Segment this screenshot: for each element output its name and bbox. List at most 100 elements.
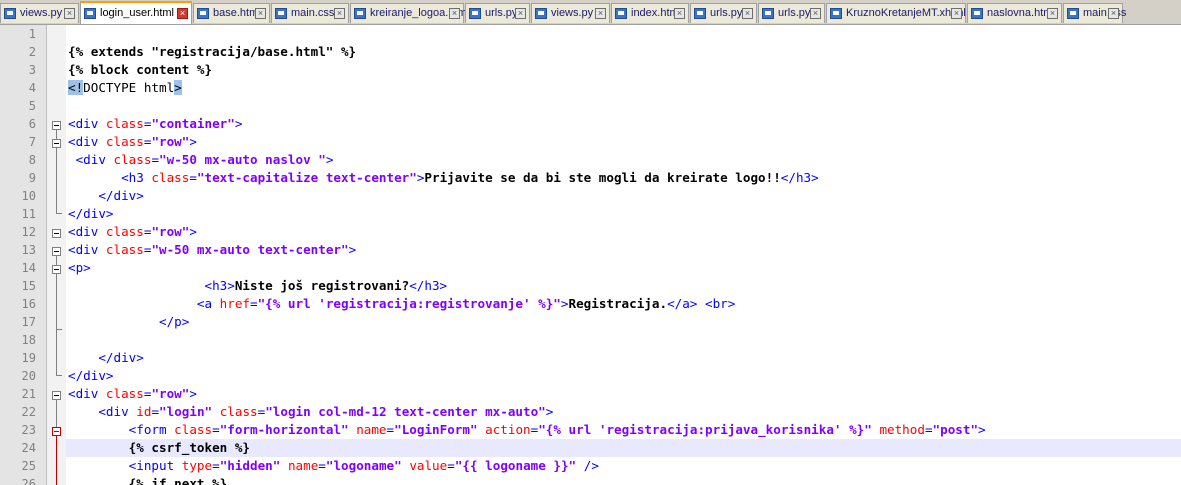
close-tab-icon[interactable]: ×: [1047, 8, 1058, 19]
fold-collapse-icon[interactable]: [52, 139, 61, 148]
code-text: {% block content %}: [68, 61, 212, 79]
fold-end-marker: [56, 329, 62, 330]
close-tab-icon[interactable]: ×: [595, 8, 606, 19]
tab-11[interactable]: KruznoKretanjeMT.xhtml ×: [826, 3, 966, 23]
code-token: <h3: [121, 170, 152, 185]
tab-1[interactable]: views.py ×: [0, 3, 79, 23]
code-line[interactable]: 6 <div class="container">: [0, 115, 1181, 133]
code-text: </div>: [68, 187, 144, 205]
code-token: >: [234, 116, 243, 131]
fold-collapse-icon[interactable]: [52, 427, 61, 436]
code-line[interactable]: 12 <div class="row">: [0, 223, 1181, 241]
line-number: 18: [21, 333, 36, 347]
code-token: =: [189, 170, 197, 185]
code-token: "w-50 mx-auto naslov ": [159, 152, 326, 167]
close-tab-icon[interactable]: ×: [810, 8, 821, 19]
code-line[interactable]: 7 <div class="row">: [0, 133, 1181, 151]
code-text: <h3 class="text-capitalize text-center">…: [68, 169, 819, 187]
code-line[interactable]: 15 <h3>Niste još registrovani?</h3>: [0, 277, 1181, 295]
file-icon: [615, 8, 627, 19]
code-line[interactable]: 4 <!DOCTYPE html>: [0, 79, 1181, 97]
code-token: =: [386, 422, 395, 437]
file-icon: [275, 8, 287, 19]
code-token: </h3>: [409, 278, 448, 293]
tab-8[interactable]: index.html ×: [611, 3, 689, 23]
tab-2[interactable]: login_user.html ×: [80, 1, 192, 24]
close-tab-icon[interactable]: ×: [64, 8, 75, 19]
fold-collapse-icon[interactable]: [52, 247, 61, 256]
close-tab-icon[interactable]: ×: [1108, 8, 1119, 19]
code-line[interactable]: 23 <form class="form-horizontal" name="L…: [0, 421, 1181, 439]
code-line[interactable]: 26 {% if next %}: [0, 475, 1181, 485]
close-tab-icon[interactable]: ×: [177, 8, 188, 19]
code-text: <p>: [68, 259, 91, 277]
code-token: <div: [68, 116, 106, 131]
code-line[interactable]: 1: [0, 25, 1181, 43]
tab-6[interactable]: urls.py ×: [465, 3, 530, 23]
tab-5[interactable]: kreiranje_logoa.html ×: [350, 3, 469, 23]
code-token: "form-horizontal": [219, 422, 349, 437]
code-token: "{% url 'registracija:prijava_korisnika'…: [538, 422, 872, 437]
code-line[interactable]: 16 <a href="{% url 'registracija:registr…: [0, 295, 1181, 313]
tab-4[interactable]: main.css ×: [271, 3, 349, 23]
code-line[interactable]: 2 {% extends "registracija/base.html" %}: [0, 43, 1181, 61]
code-token: =: [151, 404, 160, 419]
code-token: "login": [159, 404, 213, 419]
code-token: =: [250, 296, 258, 311]
code-line[interactable]: 17 </p>: [0, 313, 1181, 331]
code-token: {% extends "registracija/base.html" %}: [68, 44, 357, 59]
tab-3[interactable]: base.html ×: [193, 3, 270, 23]
line-number: 22: [21, 405, 36, 419]
tab-12[interactable]: naslovna.html ×: [967, 3, 1062, 23]
code-text: <div class="container">: [68, 115, 242, 133]
file-icon: [469, 8, 481, 19]
close-tab-icon[interactable]: ×: [334, 8, 345, 19]
tab-10[interactable]: urls.py ×: [758, 3, 825, 23]
code-line[interactable]: 11 </div>: [0, 205, 1181, 223]
close-tab-icon[interactable]: ×: [515, 8, 526, 19]
code-line[interactable]: 14 <p>: [0, 259, 1181, 277]
close-tab-icon[interactable]: ×: [742, 8, 753, 19]
close-tab-icon[interactable]: ×: [674, 8, 685, 19]
code-editor[interactable]: 1 2 {% extends "registracija/base.html" %}…: [0, 25, 1181, 485]
code-text: </div>: [68, 349, 144, 367]
code-line[interactable]: 18: [0, 331, 1181, 349]
code-token: =: [212, 422, 220, 437]
tab-7[interactable]: views.py ×: [531, 3, 610, 23]
code-text: {% csrf_token %}: [68, 439, 250, 457]
code-token: <div: [75, 152, 114, 167]
code-line[interactable]: 19 </div>: [0, 349, 1181, 367]
code-line[interactable]: 8 <div class="w-50 mx-auto naslov ">: [0, 151, 1181, 169]
tab-13[interactable]: main.css ×: [1063, 3, 1127, 23]
code-line[interactable]: 22 <div id="login" class="login col-md-1…: [0, 403, 1181, 421]
code-token: Niste još registrovani?: [234, 278, 410, 293]
code-line[interactable]: 25 <input type="hidden" name="logoname" …: [0, 457, 1181, 475]
fold-collapse-icon[interactable]: [52, 265, 61, 274]
code-line[interactable]: 10 </div>: [0, 187, 1181, 205]
fold-line: [56, 274, 57, 329]
file-icon: [197, 8, 209, 19]
code-line[interactable]: 24 {% csrf_token %}: [0, 439, 1181, 457]
code-line[interactable]: 3 {% block content %}: [0, 61, 1181, 79]
code-line[interactable]: 20 </div>: [0, 367, 1181, 385]
code-line[interactable]: 13 <div class="w-50 mx-auto text-center">: [0, 241, 1181, 259]
tab-label: main.css: [1083, 7, 1127, 19]
fold-collapse-icon[interactable]: [52, 229, 61, 238]
tab-bar: views.py × login_user.html × base.html × main.…: [0, 0, 1181, 25]
code-text: <div class="row">: [68, 223, 197, 241]
fold-collapse-icon[interactable]: [52, 121, 61, 130]
close-tab-icon[interactable]: ×: [449, 8, 460, 19]
close-tab-icon[interactable]: ×: [951, 8, 962, 19]
code-token: <div: [68, 134, 106, 149]
tab-9[interactable]: urls.py ×: [690, 3, 757, 23]
fold-collapse-icon[interactable]: [52, 391, 61, 400]
code-line[interactable]: 9 <h3 class="text-capitalize text-center…: [0, 169, 1181, 187]
line-number: 25: [21, 459, 36, 473]
code-line[interactable]: 5: [0, 97, 1181, 115]
code-line[interactable]: 21 <div class="row">: [0, 385, 1181, 403]
close-tab-icon[interactable]: ×: [255, 8, 266, 19]
